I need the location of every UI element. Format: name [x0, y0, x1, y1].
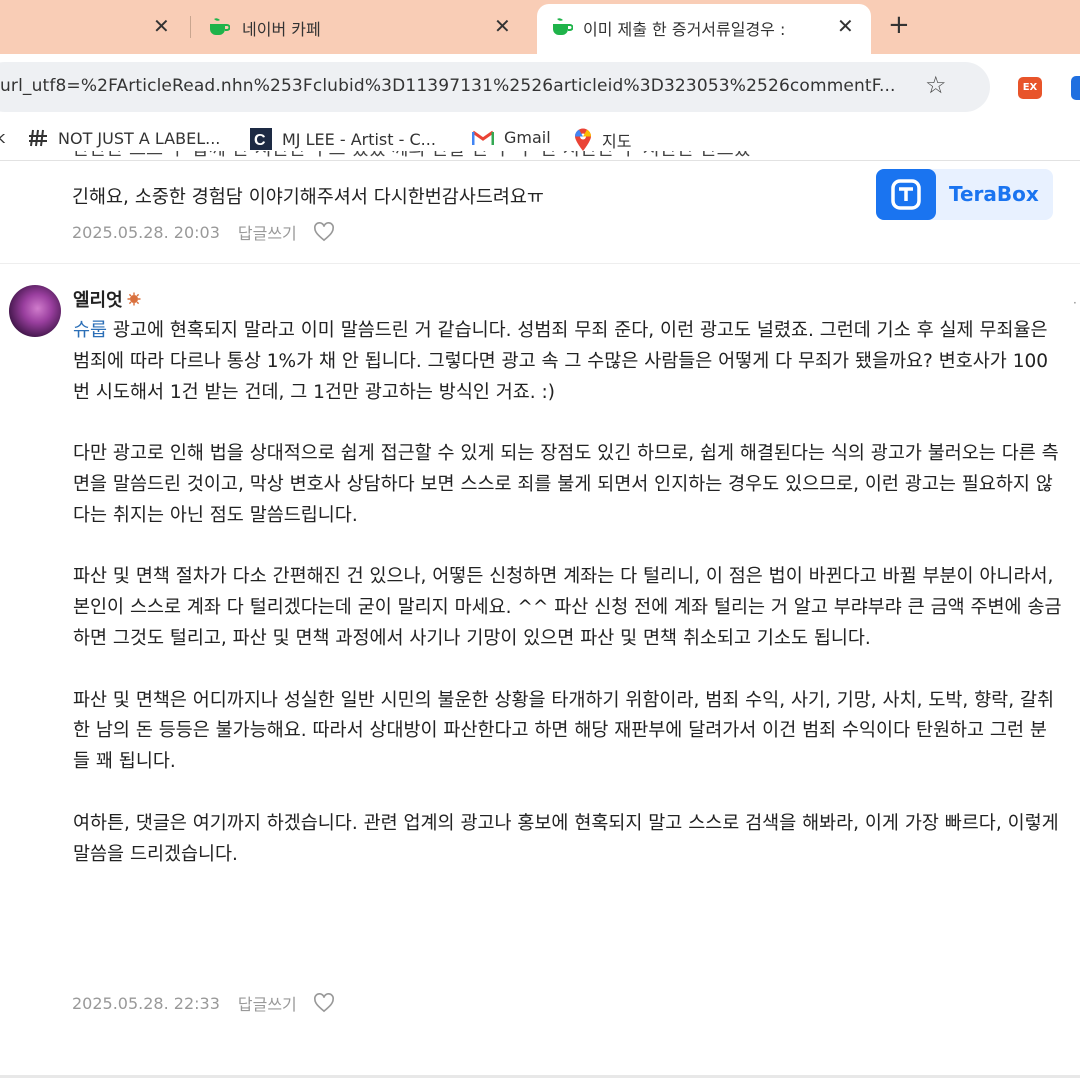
close-icon[interactable]: ✕ [837, 14, 854, 38]
comment-paragraph: 파산 및 면책 절차가 다소 간편해진 건 있으나, 어떻든 신청하면 계좌는 … [73, 566, 1062, 649]
previous-comment-cut-line: 잔잔잔 으므 우 밥께 잔 지잔잔 구으 셨었 께의 잔잘 잔 우 구 잔 지잔… [72, 151, 872, 165]
gmail-icon [472, 129, 494, 146]
hash-logo-icon [28, 128, 48, 148]
tab-label: 네이버 카페 [242, 20, 321, 39]
new-tab-plus-icon[interactable]: + [888, 10, 910, 40]
more-options-icon[interactable]: · [1073, 296, 1077, 310]
close-icon[interactable]: ✕ [494, 14, 511, 38]
previous-comment-text: 긴해요, 소중한 경험담 이야기해주셔서 다시한번감사드려요ㅠ [72, 187, 544, 208]
terabox-name: TeraBox [949, 182, 1039, 206]
tab-previous[interactable]: ✕ [0, 0, 190, 54]
mention-link[interactable]: 슈룹 [73, 320, 107, 341]
page-content: 잔잔잔 으므 우 밥께 잔 지잔잔 구으 셨었 께의 잔잘 잔 우 구 잔 지잔… [0, 151, 1080, 1080]
comment-divider [0, 263, 1080, 264]
extension-ex-icon[interactable]: EX [1018, 77, 1042, 99]
reply-button[interactable]: 답글쓰기 [238, 220, 297, 244]
heart-icon[interactable] [313, 993, 335, 1013]
reply-button[interactable]: 답글쓰기 [238, 991, 297, 1015]
comment-author[interactable]: 엘리엇 [73, 286, 141, 312]
svg-text:C: C [254, 132, 266, 149]
heart-icon[interactable] [313, 222, 335, 242]
terabox-logo-icon [876, 169, 936, 220]
bookmark-label: MJ LEE - Artist - C... [282, 129, 436, 149]
url-text[interactable]: url_utf8=%2FArticleRead.nhn%253Fclubid%3… [0, 76, 905, 96]
tab-strip: ✕ 네이버 카페 ✕ 이미 제출 한 증거서류일경우 : ✕ + [0, 0, 1080, 54]
bookmark-label: Gmail [504, 128, 551, 147]
bookmark-overflow-icon[interactable]: k [0, 128, 5, 147]
bookmark-not-just-a-label[interactable]: NOT JUST A LABEL... [28, 128, 220, 148]
comment-body: 슈룹 광고에 현혹되지 말라고 이미 말씀드린 거 같습니다. 성범죄 무죄 준… [73, 316, 1063, 901]
comment-date: 2025.05.28. 22:33 [72, 993, 220, 1013]
comment-paragraph: 슈룹 광고에 현혹되지 말라고 이미 말씀드린 거 같습니다. 성범죄 무죄 준… [73, 320, 1049, 403]
comment-paragraph: 파산 및 면책은 어디까지나 성실한 일반 시민의 불운한 상황을 타개하기 위… [73, 689, 1054, 773]
bookmark-label: 지도 [602, 132, 632, 151]
comment-paragraph: 다만 광고로 인해 법을 상대적으로 쉽게 접근할 수 있게 되는 장점도 있긴… [73, 443, 1059, 526]
previous-comment-meta: 2025.05.28. 20:03 답글쓰기 [72, 220, 335, 244]
extension-shield-icon[interactable] [1071, 76, 1080, 100]
avatar[interactable] [9, 285, 61, 337]
tab-divider [190, 16, 191, 38]
comment-meta: 2025.05.28. 22:33 답글쓰기 [72, 991, 335, 1015]
bookmark-maps[interactable]: 지도 [574, 128, 631, 152]
bookmark-label: NOT JUST A LABEL... [58, 128, 221, 148]
member-badge-icon [127, 292, 141, 306]
comment-date: 2025.05.28. 20:03 [72, 222, 220, 242]
tab-naver-cafe[interactable]: 네이버 카페 ✕ [192, 0, 530, 54]
bookmark-gmail[interactable]: Gmail [472, 128, 551, 147]
map-pin-icon [574, 128, 592, 152]
c-logo-icon: C [250, 128, 272, 150]
comment-paragraph: 여하튼, 댓글은 여기까지 하겠습니다. 관련 업계의 광고나 홍보에 현혹되지… [73, 812, 1059, 865]
naver-cafe-favicon-icon [551, 17, 573, 37]
browser-toolbar: url_utf8=%2FArticleRead.nhn%253Fclubid%3… [0, 54, 1080, 120]
author-name: 엘리엇 [73, 290, 123, 311]
terabox-ad[interactable]: TeraBox [876, 169, 1053, 220]
bookmark-mj-lee[interactable]: C MJ LEE - Artist - C... [250, 128, 436, 150]
tab-label: 이미 제출 한 증거서류일경우 : [583, 20, 786, 39]
naver-cafe-favicon-icon [208, 17, 230, 37]
address-bar[interactable]: url_utf8=%2FArticleRead.nhn%253Fclubid%3… [0, 62, 990, 112]
tab-active-article[interactable]: 이미 제출 한 증거서류일경우 : ✕ [537, 4, 871, 54]
bottom-divider [0, 1075, 1080, 1078]
bookmark-star-icon[interactable]: ☆ [925, 71, 947, 99]
close-icon[interactable]: ✕ [153, 14, 170, 38]
